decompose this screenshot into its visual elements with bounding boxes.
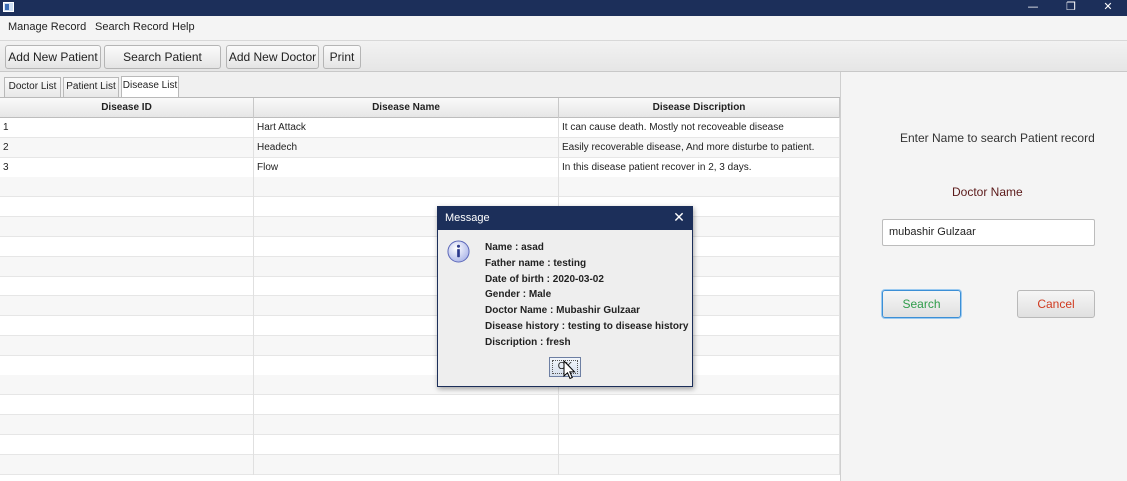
- dialog-line-gender: Gender : Male: [485, 289, 552, 301]
- empty-table-row[interactable]: [0, 335, 840, 356]
- empty-table-row[interactable]: [0, 316, 840, 336]
- info-icon: [447, 240, 470, 263]
- table-row[interactable]: 3 Flow In this disease patient recover in …: [0, 157, 840, 178]
- cell-disease-description: [559, 454, 840, 475]
- dialog-line-name: Name : asad: [485, 242, 544, 253]
- tab-doctor-list[interactable]: Doctor List: [4, 77, 61, 97]
- cell-disease-id: [0, 276, 254, 297]
- cell-disease-id: [0, 335, 254, 356]
- cell-disease-id: [0, 355, 254, 376]
- menu-search-record[interactable]: Search Record: [95, 21, 168, 33]
- dialog-message: Name : asad Father name : testing Date o…: [485, 240, 688, 351]
- add-new-doctor-button[interactable]: Add New Doctor: [226, 45, 319, 69]
- app-icon: [3, 2, 14, 12]
- doctor-name-label: Doctor Name: [952, 185, 1023, 199]
- dialog-title: Message: [445, 212, 490, 224]
- cell-disease-name: [254, 454, 559, 475]
- dialog-line-description: Discription : fresh: [485, 336, 571, 348]
- cell-disease-description: [559, 395, 840, 416]
- search-button[interactable]: Search: [882, 290, 961, 318]
- empty-table-row[interactable]: [0, 276, 840, 297]
- minimize-button[interactable]: —: [1015, 0, 1051, 16]
- cell-disease-id: 2: [0, 137, 254, 158]
- cell-disease-name: Headech: [254, 137, 559, 158]
- dialog-line-disease-history: Disease history : testing to disease his…: [485, 320, 689, 332]
- column-header-disease-name[interactable]: Disease Name: [254, 98, 559, 118]
- dialog-line-date-of-birth: Date of birth : 2020-03-02: [485, 273, 604, 285]
- menu-manage-record[interactable]: Manage Record: [8, 21, 86, 33]
- menu-bar: Manage Record Search Record Help: [0, 16, 1127, 40]
- window-titlebar: — ❐ ✕: [0, 0, 1127, 16]
- empty-table-row[interactable]: [0, 296, 840, 317]
- cell-disease-id: [0, 454, 254, 475]
- cell-disease-description: [559, 415, 840, 435]
- cell-disease-id: [0, 217, 254, 237]
- table-header: Disease ID Disease Name Disease Discript…: [0, 98, 840, 118]
- cell-disease-name: [254, 415, 559, 435]
- search-panel: Enter Name to search Patient record Doct…: [840, 72, 1127, 481]
- cell-disease-id: [0, 395, 254, 416]
- dialog-close-button[interactable]: ✕: [672, 209, 686, 227]
- cell-disease-id: [0, 177, 254, 198]
- dialog-line-doctor-name: Doctor Name : Mubashir Gulzaar: [485, 305, 641, 317]
- cancel-button[interactable]: Cancel: [1017, 290, 1095, 318]
- cell-disease-id: [0, 236, 254, 257]
- column-header-disease-id[interactable]: Disease ID: [0, 98, 254, 118]
- dialog-titlebar: Message ✕: [438, 207, 692, 230]
- cell-disease-description: [559, 177, 840, 198]
- doctor-name-input[interactable]: mubashir Gulzaar: [882, 219, 1095, 246]
- cell-disease-description: It can cause death. Mostly not recoveabl…: [559, 118, 840, 138]
- dialog-line-father-name: Father name : testing: [485, 257, 587, 269]
- empty-table-row[interactable]: [0, 434, 840, 455]
- restore-button[interactable]: ❐: [1053, 0, 1089, 16]
- cell-disease-id: [0, 375, 254, 396]
- empty-table-row[interactable]: [0, 375, 840, 396]
- toolbar: Add New Patient Search Patient Record Ad…: [0, 40, 1127, 86]
- menu-help[interactable]: Help: [172, 21, 195, 33]
- cell-disease-id: [0, 296, 254, 317]
- search-patient-record-button[interactable]: Search Patient Record: [104, 45, 221, 86]
- cell-disease-id: 1: [0, 118, 254, 138]
- cell-disease-id: 3: [0, 157, 254, 178]
- empty-table-row[interactable]: [0, 236, 840, 257]
- tab-bar: Doctor List Patient List Disease List: [0, 72, 840, 98]
- print-button[interactable]: Print: [323, 45, 361, 69]
- table-row[interactable]: 2 Headech Easily recoverable disease, And …: [0, 137, 840, 158]
- mouse-pointer-icon: [563, 360, 576, 380]
- cell-disease-id: [0, 197, 254, 218]
- empty-table-row[interactable]: [0, 177, 840, 198]
- empty-table-row[interactable]: [0, 355, 840, 376]
- empty-table-row[interactable]: [0, 197, 840, 218]
- cell-disease-id: [0, 415, 254, 435]
- empty-table-row[interactable]: [0, 454, 840, 475]
- cell-disease-description: In this disease patient recover in 2, 3 …: [559, 157, 840, 178]
- add-new-patient-button[interactable]: Add New Patient: [5, 45, 101, 69]
- cell-disease-description: Easily recoverable disease, And more dis…: [559, 137, 840, 158]
- empty-table-row[interactable]: [0, 415, 840, 435]
- empty-table-row[interactable]: [0, 256, 840, 277]
- cell-disease-name: Flow: [254, 157, 559, 178]
- search-prompt: Enter Name to search Patient record: [900, 131, 1095, 145]
- cell-disease-id: [0, 256, 254, 277]
- empty-table-row[interactable]: [0, 217, 840, 237]
- cell-disease-name: [254, 434, 559, 455]
- cell-disease-id: [0, 434, 254, 455]
- tab-patient-list[interactable]: Patient List: [63, 77, 119, 97]
- disease-table: Disease ID Disease Name Disease Discript…: [0, 97, 840, 481]
- column-header-disease-description[interactable]: Disease Discription: [559, 98, 840, 118]
- tab-disease-list[interactable]: Disease List: [121, 76, 179, 98]
- cell-disease-name: [254, 177, 559, 198]
- close-window-button[interactable]: ✕: [1090, 0, 1126, 16]
- cell-disease-name: Hart Attack: [254, 118, 559, 138]
- cell-disease-id: [0, 316, 254, 336]
- cell-disease-description: [559, 434, 840, 455]
- empty-table-row[interactable]: [0, 395, 840, 416]
- cell-disease-name: [254, 395, 559, 416]
- table-row[interactable]: 1 Hart Attack It can cause death. Mostly n…: [0, 118, 840, 138]
